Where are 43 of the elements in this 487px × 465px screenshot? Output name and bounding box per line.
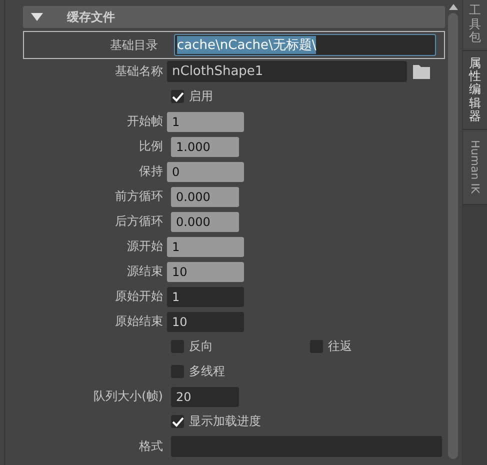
number-field[interactable] — [171, 436, 442, 457]
checkbox-label: 反向 — [189, 338, 213, 355]
field-label: 保持 — [138, 163, 164, 180]
field-label: 基础目录 — [109, 36, 159, 54]
number-field[interactable]: 0.000 — [171, 186, 239, 206]
checkbox[interactable] — [171, 365, 184, 378]
field-label: 源开始 — [126, 238, 164, 255]
field-label: 前方循环 — [114, 188, 164, 205]
field-label: 基础名称 — [114, 63, 164, 80]
field-label: 开始帧 — [126, 113, 164, 130]
section-title: 缓存文件 — [67, 8, 115, 26]
number-field[interactable]: 1 — [167, 236, 244, 256]
collapse-triangle-icon[interactable] — [31, 13, 43, 21]
folder-icon[interactable] — [413, 64, 430, 78]
checkbox[interactable] — [171, 415, 184, 428]
field-label: 后方循环 — [114, 213, 164, 230]
checkbox[interactable] — [310, 340, 323, 353]
number-field[interactable]: 0.000 — [171, 212, 239, 232]
checkbox-label: 启用 — [189, 88, 213, 105]
field-label: 原始开始 — [114, 288, 164, 305]
field-label: 队列大小(帧) — [92, 388, 164, 405]
side-tab[interactable]: Human IK — [462, 130, 487, 205]
checkbox-label: 往返 — [328, 338, 352, 355]
checkbox[interactable] — [171, 340, 184, 353]
number-field[interactable]: 0 — [167, 162, 244, 182]
name-input-field[interactable]: nClothShape1 — [167, 61, 407, 82]
number-field[interactable]: 1 — [167, 286, 244, 306]
number-field[interactable]: 1.000 — [171, 136, 239, 156]
field-label: 比例 — [138, 138, 164, 155]
side-tab[interactable]: 属性编辑器 — [462, 51, 487, 130]
scroll-up-arrow-icon[interactable] — [448, 4, 458, 10]
section-header[interactable]: 缓存文件 — [23, 6, 445, 28]
field-label: 原始结束 — [114, 313, 164, 330]
field-label: 源结束 — [126, 263, 164, 280]
number-field[interactable]: 20 — [171, 386, 239, 406]
side-tab[interactable]: 工具包 — [462, 0, 487, 51]
number-field[interactable]: 10 — [167, 262, 244, 282]
checkbox-label: 显示加载进度 — [189, 413, 261, 430]
checkbox-label: 多线程 — [189, 363, 225, 380]
checkbox[interactable] — [171, 90, 184, 103]
number-field[interactable]: 1 — [167, 112, 244, 132]
field-label: 格式 — [138, 438, 164, 455]
number-field[interactable]: 10 — [167, 312, 244, 332]
